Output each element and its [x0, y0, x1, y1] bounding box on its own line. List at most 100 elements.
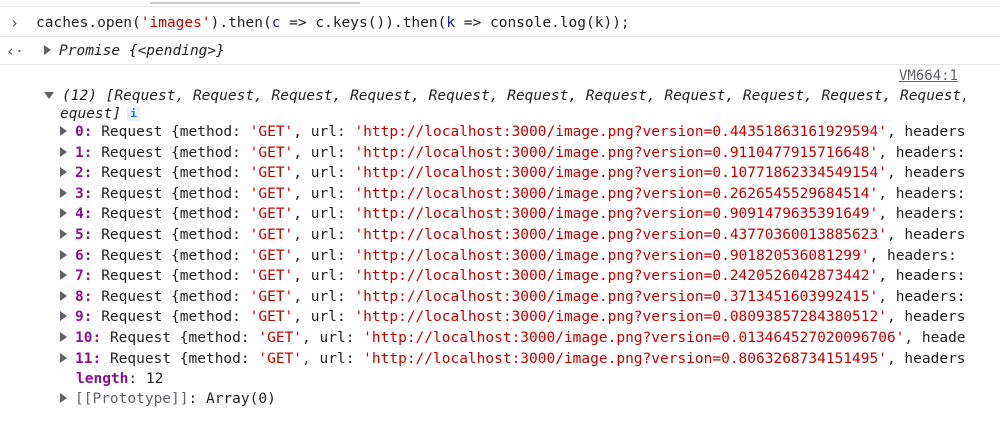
- colon: :: [336, 186, 355, 202]
- info-icon[interactable]: i: [127, 107, 141, 121]
- array-item-row[interactable]: 10: Request {method: 'GET', url: 'http:/…: [60, 328, 965, 348]
- colon: :: [232, 145, 250, 161]
- array-item-row[interactable]: 5: Request {method: 'GET', url: 'http://…: [60, 225, 965, 245]
- expand-triangle-icon[interactable]: [60, 332, 67, 342]
- method-value: 'GET': [258, 351, 303, 367]
- console-result-row: ‹· Promise {<pending>}: [0, 38, 1000, 65]
- headers-truncated: , headers: H: [886, 351, 965, 367]
- headers-truncated: , headers: He: [878, 289, 965, 305]
- method-key: method: [179, 248, 233, 264]
- url-key: url: [310, 248, 337, 264]
- console-input-row[interactable]: › caches.open('images').then(c => c.keys…: [0, 10, 1000, 37]
- comma: ,: [293, 268, 311, 284]
- expand-triangle-icon[interactable]: [44, 45, 51, 55]
- expand-triangle-icon[interactable]: [60, 147, 67, 157]
- url-key: url: [310, 206, 337, 222]
- url-key: url: [319, 351, 346, 367]
- result-arrow-icon: ‹·: [6, 42, 25, 60]
- array-item-row[interactable]: 11: Request {method: 'GET', url: 'http:/…: [60, 349, 965, 369]
- item-type: Request: [101, 248, 163, 264]
- item-type: Request: [109, 330, 172, 346]
- url-value: 'http://localhost:3000/image.png?version…: [354, 309, 887, 325]
- array-item-row[interactable]: 3: Request {method: 'GET', url: 'http://…: [60, 184, 965, 204]
- url-value: 'http://localhost:3000/image.png?version…: [363, 330, 905, 346]
- method-value: 'GET': [249, 248, 294, 264]
- method-value: 'GET': [249, 124, 294, 140]
- expand-triangle-icon[interactable]: [60, 291, 67, 301]
- url-key: url: [310, 309, 337, 325]
- item-index: 0:: [75, 124, 93, 140]
- brace: {: [162, 227, 180, 243]
- item-index: 8:: [75, 289, 93, 305]
- colon: :: [232, 268, 250, 284]
- item-type: Request: [101, 309, 163, 325]
- brace: {: [162, 289, 180, 305]
- promise-result[interactable]: Promise {<pending>}: [44, 38, 225, 64]
- array-item-row[interactable]: 1: Request {method: 'GET', url: 'http://…: [60, 143, 965, 163]
- colon: :: [232, 227, 250, 243]
- headers-truncated: , headers: H: [886, 309, 965, 325]
- brace: {: [162, 248, 180, 264]
- expand-triangle-icon[interactable]: [60, 353, 67, 363]
- array-item-row[interactable]: 2: Request {method: 'GET', url: 'http://…: [60, 163, 965, 183]
- expand-triangle-icon[interactable]: [60, 167, 67, 177]
- item-type: Request: [101, 145, 163, 161]
- item-index: 5:: [75, 227, 93, 243]
- array-item-row[interactable]: 9: Request {method: 'GET', url: 'http://…: [60, 307, 965, 327]
- method-key: method: [188, 330, 241, 346]
- brace: {: [162, 309, 180, 325]
- expand-triangle-icon[interactable]: [60, 393, 67, 403]
- method-key: method: [179, 206, 233, 222]
- item-index: 11:: [75, 351, 102, 367]
- method-value: 'GET': [249, 309, 294, 325]
- array-summary[interactable]: (12) [Request, Request, Request, Request…: [44, 87, 965, 106]
- item-index: 7:: [75, 268, 93, 284]
- console-command[interactable]: caches.open('images').then(c => c.keys()…: [36, 10, 630, 36]
- method-value: 'GET': [249, 186, 294, 202]
- method-key: method: [179, 289, 233, 305]
- comma: ,: [293, 145, 311, 161]
- comma: ,: [293, 309, 311, 325]
- array-item-row[interactable]: 8: Request {method: 'GET', url: 'http://…: [60, 287, 965, 307]
- expand-triangle-icon[interactable]: [60, 188, 67, 198]
- expand-triangle-icon[interactable]: [60, 250, 67, 260]
- url-value: 'http://localhost:3000/image.png?version…: [354, 124, 887, 140]
- item-index: 9:: [75, 309, 93, 325]
- array-item-row[interactable]: 6: Request {method: 'GET', url: 'http://…: [60, 246, 965, 266]
- comma: ,: [302, 351, 320, 367]
- expand-triangle-icon[interactable]: [60, 311, 67, 321]
- colon: :: [336, 165, 355, 181]
- url-key: url: [310, 145, 337, 161]
- method-value: 'GET': [249, 289, 294, 305]
- colon: :: [232, 206, 250, 222]
- expand-triangle-icon[interactable]: [60, 126, 67, 136]
- item-type: Request: [109, 351, 172, 367]
- url-value: 'http://localhost:3000/image.png?version…: [354, 165, 887, 181]
- source-location-link[interactable]: VM664:1: [899, 68, 958, 84]
- colon: :: [232, 186, 250, 202]
- colon: :: [336, 206, 355, 222]
- array-item-row[interactable]: 7: Request {method: 'GET', url: 'http://…: [60, 266, 965, 286]
- headers-truncated: , headers: He: [878, 186, 965, 202]
- method-value: 'GET': [249, 165, 294, 181]
- url-value: 'http://localhost:3000/image.png?version…: [363, 351, 887, 367]
- item-index: 1:: [75, 145, 93, 161]
- array-item-row[interactable]: 4: Request {method: 'GET', url: 'http://…: [60, 204, 965, 224]
- expand-triangle-icon[interactable]: [60, 208, 67, 218]
- expand-triangle-icon[interactable]: [60, 270, 67, 280]
- url-value: 'http://localhost:3000/image.png?version…: [354, 206, 879, 222]
- item-index: 10:: [75, 330, 102, 346]
- array-item-row[interactable]: 0: Request {method: 'GET', url: 'http://…: [60, 122, 965, 142]
- length-value: 12: [145, 371, 164, 387]
- brace: {: [162, 186, 180, 202]
- previous-message-link-fragment: [150, 0, 360, 4]
- collapse-triangle-icon[interactable]: [44, 91, 54, 99]
- array-prototype-property[interactable]: [[Prototype]]: Array(0): [60, 389, 276, 409]
- expand-triangle-icon[interactable]: [60, 229, 67, 239]
